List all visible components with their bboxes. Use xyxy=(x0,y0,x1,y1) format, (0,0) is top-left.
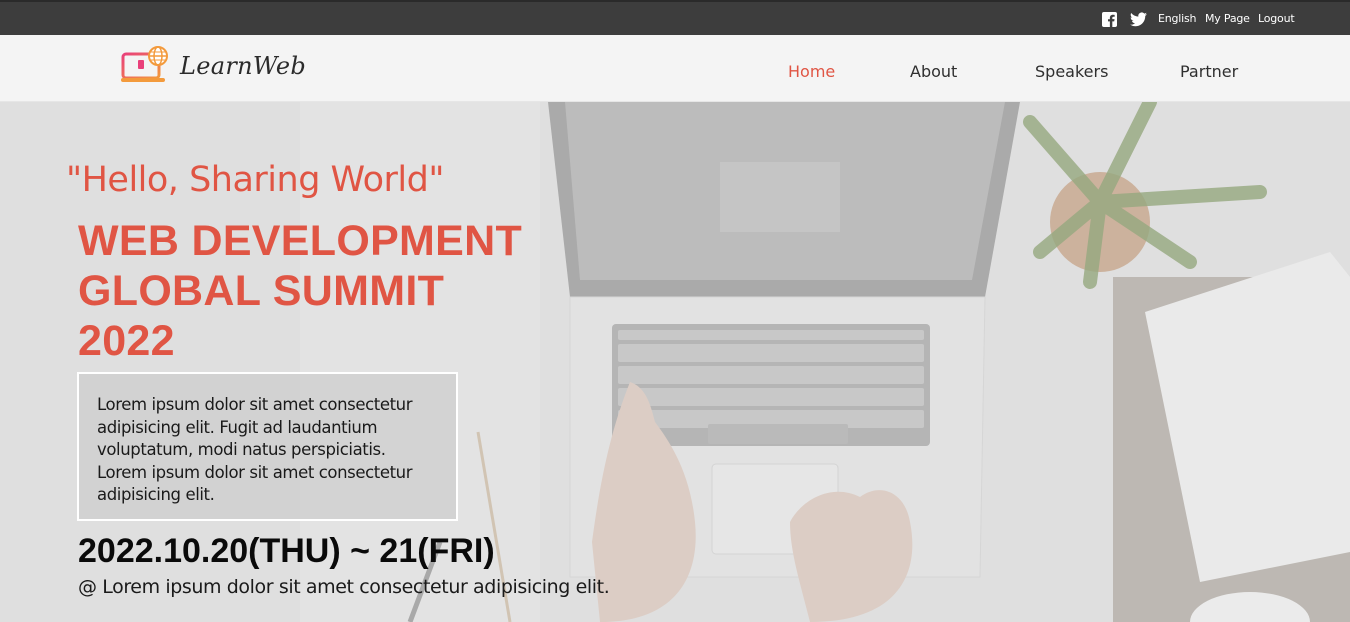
facebook-icon[interactable] xyxy=(1102,12,1117,27)
hero-description: Lorem ipsum dolor sit amet consectetur a… xyxy=(97,395,413,504)
hero-title-line: 2022 xyxy=(78,317,175,365)
nav-about[interactable]: About xyxy=(910,62,957,81)
hero-title-line: GLOBAL SUMMIT xyxy=(78,267,445,315)
site-header: LearnWeb Home About Speakers Partner xyxy=(0,35,1350,102)
hero-description-box: Lorem ipsum dolor sit amet consectetur a… xyxy=(77,372,458,521)
logo-text: LearnWeb xyxy=(180,52,307,80)
hero-section: "Hello, Sharing World" WEB DEVELOPMENT G… xyxy=(0,102,1350,622)
nav-partner[interactable]: Partner xyxy=(1180,62,1238,81)
hero-tagline: "Hello, Sharing World" xyxy=(66,160,444,200)
event-date: 2022.10.20(THU) ~ 21(FRI) xyxy=(78,532,495,570)
nav-home[interactable]: Home xyxy=(788,62,835,81)
hero-title-line: WEB DEVELOPMENT xyxy=(78,217,523,265)
hero-title: WEB DEVELOPMENT GLOBAL SUMMIT 2022 xyxy=(78,216,598,366)
english-link[interactable]: English xyxy=(1158,12,1197,25)
logo-monitor-globe-icon xyxy=(121,46,168,82)
logout-link[interactable]: Logout xyxy=(1258,12,1295,25)
my-page-link[interactable]: My Page xyxy=(1205,12,1250,25)
event-venue: @ Lorem ipsum dolor sit amet consectetur… xyxy=(78,576,610,598)
nav-speakers[interactable]: Speakers xyxy=(1035,62,1108,81)
twitter-icon[interactable] xyxy=(1130,12,1147,27)
top-utility-bar: English My Page Logout xyxy=(0,0,1350,35)
